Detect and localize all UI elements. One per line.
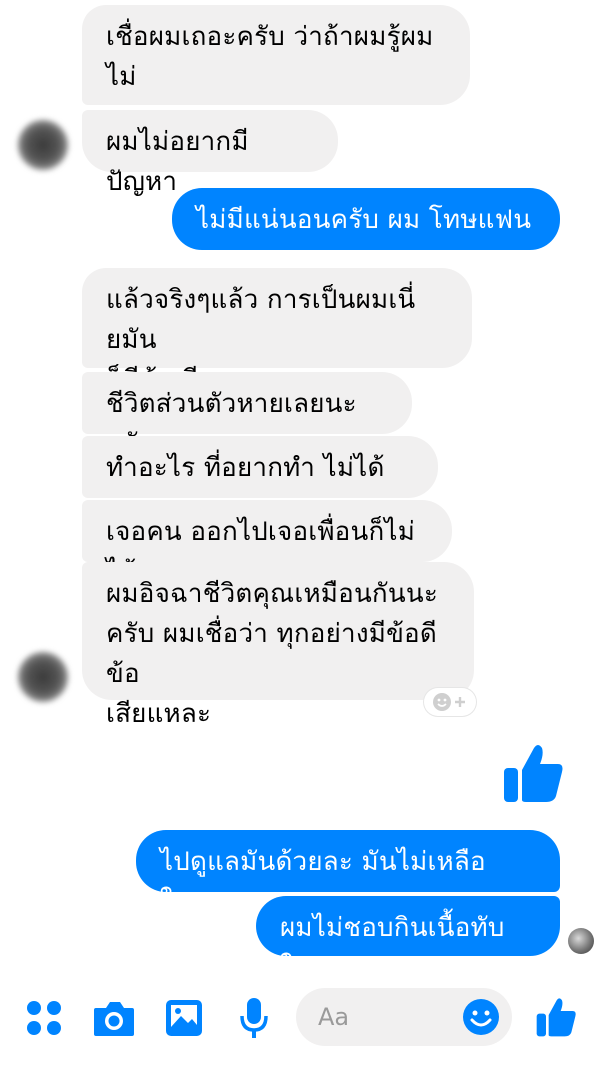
apps-icon[interactable] bbox=[24, 998, 64, 1038]
camera-icon[interactable] bbox=[92, 998, 136, 1038]
mic-icon[interactable] bbox=[238, 996, 270, 1040]
message-composer[interactable] bbox=[296, 988, 512, 1046]
seen-avatar bbox=[568, 928, 594, 954]
message-incoming[interactable]: ชีวิตส่วนตัวหายเลยนะครับ bbox=[82, 372, 412, 459]
emoji-icon[interactable] bbox=[462, 998, 500, 1036]
message-incoming[interactable]: ผมอิจฉาชีวิตคุณเหมือนกันนะ ครับ ผมเชื่อว… bbox=[82, 562, 474, 729]
message-outgoing[interactable]: ผมไม่ชอบกินเนื้อทับ ใคร bbox=[256, 896, 560, 983]
add-reaction-button[interactable] bbox=[424, 688, 476, 716]
thumbs-up-icon bbox=[504, 745, 563, 802]
message-outgoing[interactable]: ไปดูแลมันด้วยละ มันไม่เหลือ ใครละ bbox=[136, 830, 560, 917]
message-incoming[interactable]: ทำอะไร ที่อยากทำ ไม่ได้ เลย bbox=[82, 436, 438, 523]
contact-avatar[interactable] bbox=[18, 652, 68, 702]
message-incoming[interactable]: เชื่อผมเถอะครับ ว่าถ้าผมรู้ผมไม่ เอา bbox=[82, 5, 470, 132]
thumbs-up-icon[interactable] bbox=[534, 996, 578, 1038]
message-input[interactable] bbox=[318, 998, 448, 1036]
contact-avatar[interactable] bbox=[18, 120, 68, 170]
image-icon[interactable] bbox=[164, 998, 204, 1038]
add-reaction-icon bbox=[433, 693, 465, 711]
message-incoming[interactable]: ผมไม่อยากมีปัญหา bbox=[82, 110, 338, 197]
message-incoming[interactable]: เจอคน ออกไปเจอเพื่อนก็ไม่ได้ bbox=[82, 500, 452, 587]
message-incoming[interactable]: แล้วจริงๆแล้ว การเป็นผมเนี่ยมัน ก็มีข้อเ… bbox=[82, 268, 472, 395]
message-outgoing[interactable]: ไม่มีแน่นอนครับ ผม โทษแฟนผม bbox=[172, 188, 560, 275]
